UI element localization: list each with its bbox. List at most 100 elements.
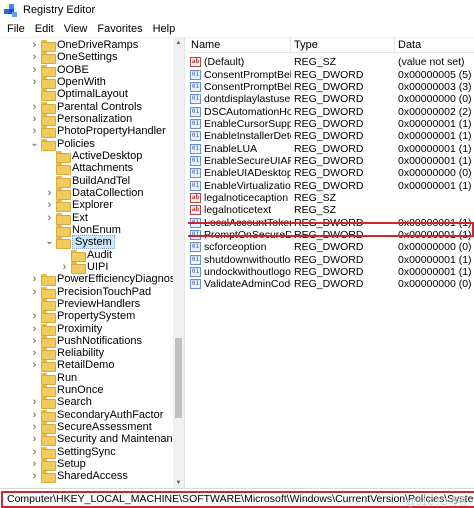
- expand-chevron-icon[interactable]: ›: [30, 433, 39, 445]
- tree-item[interactable]: › PowerEfficiencyDiagnostics: [30, 273, 184, 287]
- value-row[interactable]: 01ConsentPromptBeha...REG_DWORD 0x0000000…: [188, 68, 474, 81]
- tree-item[interactable]: › Reliability: [30, 347, 104, 361]
- tree-item[interactable]: NonEnum: [45, 223, 121, 237]
- value-row[interactable]: 01LocalAccountTokenFi...REG_DWORD 0x00000…: [188, 217, 474, 229]
- expand-chevron-icon[interactable]: ›: [30, 51, 39, 63]
- tree-item[interactable]: › PrecisionTouchPad: [30, 285, 151, 299]
- expand-chevron-icon[interactable]: ›: [45, 212, 54, 224]
- tree-item[interactable]: › RetailDemo: [30, 359, 114, 373]
- value-row[interactable]: 01 EnableVirtualization REG_DWORD 0x0000000…: [188, 180, 474, 192]
- tree-item[interactable]: › OneDriveRamps: [30, 39, 138, 53]
- value-row[interactable]: 01EnableInstallerDetecti...REG_DWORD 0x00…: [188, 130, 474, 142]
- value-row[interactable]: ab legalnoticetext REG_SZ: [188, 204, 474, 216]
- value-row[interactable]: 01DSCAutomationHost...REG_DWORD 0x0000000…: [188, 105, 474, 118]
- collapse-chevron-icon[interactable]: ⌄: [45, 236, 54, 248]
- menu-view[interactable]: View: [59, 23, 93, 35]
- scrollbar-thumb[interactable]: [175, 338, 182, 418]
- tree-scrollbar[interactable]: ▲ ▼: [173, 38, 184, 489]
- tree-item[interactable]: PreviewHandlers: [30, 298, 140, 311]
- tree-item[interactable]: › Personalization: [30, 113, 133, 127]
- value-row[interactable]: 01shutdownwithoutlog...REG_DWORD 0x000000…: [188, 254, 474, 266]
- value-row[interactable]: 01PromptOnSecureDes...REG_DWORD 0x0000000…: [188, 229, 474, 241]
- expand-chevron-icon[interactable]: ›: [30, 101, 39, 113]
- expand-chevron-icon[interactable]: ›: [30, 286, 39, 298]
- value-row[interactable]: 01ConsentPromptBeha...REG_DWORD 0x0000000…: [188, 81, 474, 93]
- tree-item[interactable]: › Parental Controls: [30, 101, 142, 114]
- value-type-cell: REG_SZ: [294, 192, 337, 205]
- tree-item[interactable]: › Security and Maintenance: [30, 433, 184, 447]
- expand-chevron-icon[interactable]: ›: [30, 335, 39, 347]
- expand-chevron-icon[interactable]: ›: [30, 347, 39, 359]
- tree-item[interactable]: › OneSettings: [30, 51, 118, 65]
- column-header-data[interactable]: Data: [395, 38, 474, 52]
- tree-item[interactable]: › PushNotifications: [30, 335, 142, 348]
- tree-item[interactable]: › Explorer: [45, 199, 113, 213]
- expand-chevron-icon[interactable]: ›: [30, 273, 39, 285]
- tree-item[interactable]: › Proximity: [30, 322, 102, 336]
- value-row[interactable]: 01EnableCursorSuppres...REG_DWORD 0x00000…: [188, 118, 474, 130]
- expand-chevron-icon[interactable]: ›: [30, 64, 39, 76]
- expand-chevron-icon[interactable]: ›: [30, 409, 39, 421]
- value-data-cell: 0x00000000 (0): [398, 278, 472, 291]
- tree-item[interactable]: › SharedAccess: [30, 470, 128, 484]
- tree-item[interactable]: Attachments: [45, 162, 133, 176]
- expand-chevron-icon[interactable]: ›: [30, 323, 39, 335]
- tree-item[interactable]: ⌄ System: [45, 235, 115, 250]
- tree-item[interactable]: Run: [30, 372, 77, 385]
- tree-item[interactable]: › SettingSync: [30, 446, 116, 459]
- expand-chevron-icon[interactable]: ›: [30, 458, 39, 470]
- value-row[interactable]: 01EnableUIADesktopTo...REG_DWORD 0x000000…: [188, 167, 474, 179]
- tree-item[interactable]: › Setup: [30, 458, 86, 472]
- expand-chevron-icon[interactable]: ›: [45, 187, 54, 199]
- tree-item[interactable]: › PropertySystem: [30, 310, 135, 324]
- tree-item[interactable]: › OOBE: [30, 64, 89, 77]
- column-header-type[interactable]: Type: [291, 38, 395, 52]
- expand-chevron-icon[interactable]: ›: [30, 396, 39, 408]
- value-row[interactable]: 01dontdisplaylastusernа...REG_DWORD 0x000…: [188, 93, 474, 105]
- value-row[interactable]: 01EnableSecureUIAPathsREG_DWORD 0x0000000…: [188, 155, 474, 167]
- column-header-name[interactable]: Name: [188, 38, 291, 52]
- tree-item[interactable]: ActiveDesktop: [45, 150, 142, 164]
- expand-chevron-icon[interactable]: ›: [30, 39, 39, 51]
- menu-edit[interactable]: Edit: [30, 23, 59, 35]
- tree-item[interactable]: › Search: [30, 396, 92, 410]
- expand-chevron-icon[interactable]: ›: [30, 310, 39, 322]
- tree-item-label: Personalization: [57, 113, 133, 126]
- key-tree-pane[interactable]: › OneDriveRamps › OneSettings › OOBE › OpenWith…: [0, 38, 184, 489]
- values-list-pane[interactable]: Name Type Data ab (Default) REG_SZ (value n…: [188, 38, 474, 489]
- tree-item[interactable]: › PhotoPropertyHandler: [30, 125, 166, 139]
- tree-item[interactable]: › DataCollection: [45, 187, 144, 200]
- value-row[interactable]: ab (Default) REG_SZ (value not set): [188, 56, 474, 68]
- value-row[interactable]: 01 EnableLUA REG_DWORD 0x00000001 (1): [188, 142, 474, 155]
- tree-item[interactable]: ⌄ Policies: [30, 138, 95, 151]
- value-row[interactable]: ab legalnoticecaption REG_SZ: [188, 192, 474, 204]
- tree-item[interactable]: › SecondaryAuthFactor: [30, 409, 163, 422]
- menu-help[interactable]: Help: [148, 23, 181, 35]
- tree-item[interactable]: › SecureAssessment: [30, 421, 152, 435]
- expand-chevron-icon[interactable]: ›: [30, 76, 39, 88]
- tree-item[interactable]: RunOnce: [30, 384, 103, 398]
- tree-item[interactable]: Audit: [60, 248, 112, 262]
- expand-chevron-icon[interactable]: ›: [30, 359, 39, 371]
- expand-chevron-icon[interactable]: ›: [30, 421, 39, 433]
- value-row[interactable]: 01 undockwithoutlogon REG_DWORD 0x00000001 …: [188, 266, 474, 278]
- expand-chevron-icon[interactable]: ›: [30, 125, 39, 137]
- expand-chevron-icon[interactable]: ›: [30, 113, 39, 125]
- tree-item[interactable]: BuildAndTel: [45, 175, 130, 188]
- value-row[interactable]: 01 scforceoption REG_DWORD 0x00000000 (0): [188, 241, 474, 253]
- tree-item[interactable]: › OpenWith: [30, 76, 106, 90]
- expand-chevron-icon[interactable]: ›: [30, 446, 39, 458]
- tree-item[interactable]: › UIPI: [60, 261, 108, 274]
- tree-item-label: NonEnum: [72, 223, 121, 236]
- scroll-up-arrow-icon[interactable]: ▲: [173, 38, 184, 49]
- menu-file[interactable]: File: [2, 23, 30, 35]
- value-row[interactable]: 01ValidateAdminCodeSi...REG_DWORD 0x00000…: [188, 278, 474, 290]
- menu-favorites[interactable]: Favorites: [92, 23, 147, 35]
- expand-chevron-icon[interactable]: ›: [60, 261, 69, 273]
- expand-chevron-icon[interactable]: ›: [30, 470, 39, 482]
- tree-item[interactable]: OptimalLayout: [30, 88, 128, 102]
- tree-item[interactable]: › Ext: [45, 211, 88, 225]
- collapse-chevron-icon[interactable]: ⌄: [30, 138, 39, 150]
- expand-chevron-icon[interactable]: ›: [45, 199, 54, 211]
- tree-item-label: PhotoPropertyHandler: [57, 125, 166, 138]
